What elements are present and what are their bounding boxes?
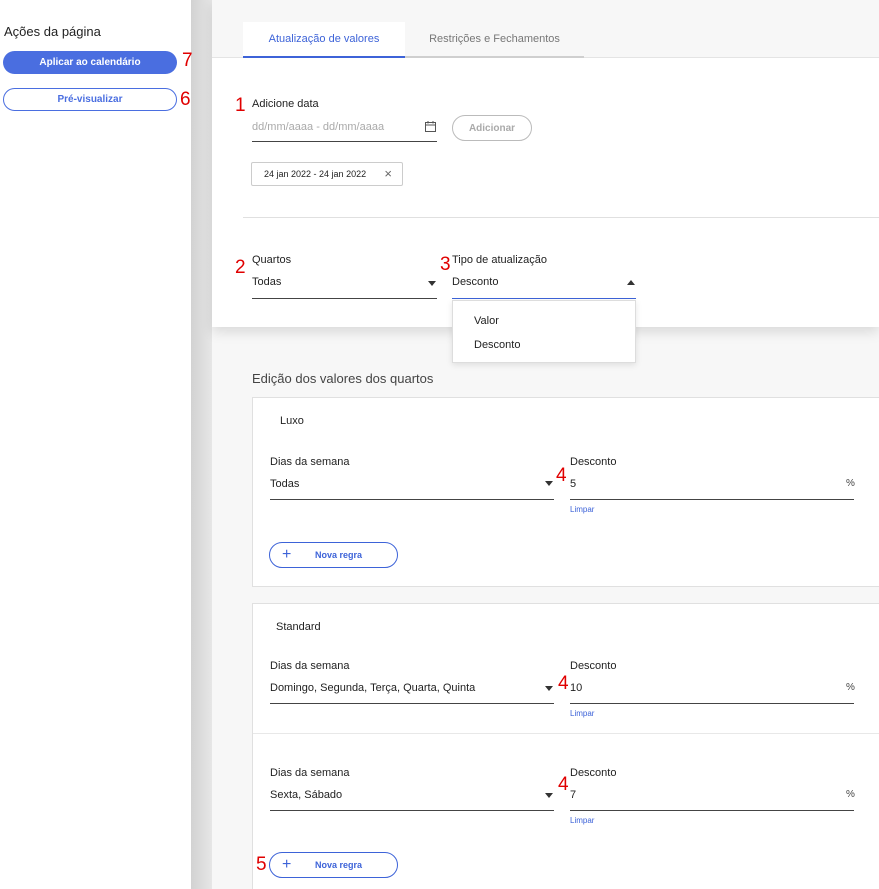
- weekdays-select[interactable]: Sexta, Sábado: [270, 789, 342, 801]
- caret-down-icon[interactable]: [428, 281, 436, 286]
- caret-up-icon[interactable]: [627, 280, 635, 285]
- discount-label: Desconto: [570, 660, 617, 672]
- caret-down-icon[interactable]: [545, 686, 553, 691]
- update-type-underline: [452, 298, 636, 299]
- tab-value-update[interactable]: Atualização de valores: [243, 22, 405, 58]
- caret-down-icon[interactable]: [545, 793, 553, 798]
- rooms-select-underline: [252, 298, 437, 299]
- new-rule-label: Nova regra: [315, 550, 363, 560]
- new-rule-button[interactable]: + Nova regra: [269, 542, 398, 568]
- dropdown-option-valor[interactable]: Valor: [474, 315, 499, 327]
- date-range-input[interactable]: dd/mm/aaaa - dd/mm/aaaa: [252, 121, 384, 133]
- rule-divider: [253, 733, 879, 734]
- clear-link[interactable]: Limpar: [570, 816, 594, 825]
- clear-link[interactable]: Limpar: [570, 505, 594, 514]
- update-type-select[interactable]: Desconto: [452, 276, 498, 288]
- annotation-2: 2: [235, 257, 246, 278]
- weekdays-label: Dias da semana: [270, 660, 350, 672]
- add-date-button[interactable]: Adicionar: [452, 115, 532, 141]
- plus-icon: +: [282, 546, 292, 563]
- discount-input[interactable]: 7: [570, 789, 576, 801]
- update-type-label: Tipo de atualização: [452, 254, 547, 266]
- annotation-1: 1: [235, 95, 246, 116]
- rooms-label: Quartos: [252, 254, 292, 266]
- percent-unit: %: [846, 478, 855, 489]
- weekdays-underline: [270, 810, 554, 811]
- weekdays-select[interactable]: Domingo, Segunda, Terça, Quarta, Quinta: [270, 682, 475, 694]
- update-type-dropdown: Valor Desconto: [452, 300, 636, 363]
- percent-unit: %: [846, 682, 855, 693]
- room-name: Standard: [276, 621, 321, 633]
- annotation-6: 6: [180, 89, 191, 110]
- apply-to-calendar-button[interactable]: Aplicar ao calendário: [3, 51, 177, 74]
- new-rule-button[interactable]: + Nova regra: [269, 852, 398, 878]
- annotation-3: 3: [440, 254, 451, 275]
- sidebar: [0, 0, 191, 889]
- caret-down-icon[interactable]: [545, 481, 553, 486]
- discount-label: Desconto: [570, 767, 617, 779]
- section-title: Edição dos valores dos quartos: [252, 371, 434, 386]
- date-chip: 24 jan 2022 - 24 jan 2022 ×: [251, 162, 403, 186]
- page-actions-title: Ações da página: [4, 24, 101, 39]
- date-label: Adicione data: [252, 98, 319, 110]
- clear-link[interactable]: Limpar: [570, 709, 594, 718]
- date-input-underline: [252, 141, 437, 142]
- weekdays-select[interactable]: Todas: [270, 478, 299, 490]
- percent-unit: %: [846, 789, 855, 800]
- calendar-icon[interactable]: [424, 120, 437, 133]
- discount-input[interactable]: 5: [570, 478, 576, 490]
- annotation-4: 4: [558, 673, 569, 694]
- discount-label: Desconto: [570, 456, 617, 468]
- discount-underline: [570, 810, 854, 811]
- weekdays-label: Dias da semana: [270, 456, 350, 468]
- date-chip-label: 24 jan 2022 - 24 jan 2022: [264, 169, 367, 179]
- weekdays-underline: [270, 703, 554, 704]
- sidebar-divider: [191, 0, 212, 889]
- annotation-4: 4: [558, 774, 569, 795]
- dropdown-option-desconto[interactable]: Desconto: [474, 339, 520, 351]
- tab-restrictions[interactable]: Restrições e Fechamentos: [405, 22, 584, 58]
- discount-underline: [570, 703, 854, 704]
- room-card-standard: [252, 603, 879, 889]
- annotation-7: 7: [182, 50, 193, 71]
- new-rule-label: Nova regra: [315, 860, 363, 870]
- weekdays-label: Dias da semana: [270, 767, 350, 779]
- annotation-5: 5: [256, 854, 267, 875]
- preview-button[interactable]: Pré-visualizar: [3, 88, 177, 111]
- annotation-4: 4: [556, 465, 567, 486]
- rooms-select[interactable]: Todas: [252, 276, 281, 288]
- plus-icon: +: [282, 856, 292, 873]
- discount-underline: [570, 499, 854, 500]
- weekdays-underline: [270, 499, 554, 500]
- divider: [243, 217, 879, 218]
- room-name: Luxo: [280, 415, 304, 427]
- close-icon[interactable]: ×: [384, 167, 392, 180]
- discount-input[interactable]: 10: [570, 682, 582, 694]
